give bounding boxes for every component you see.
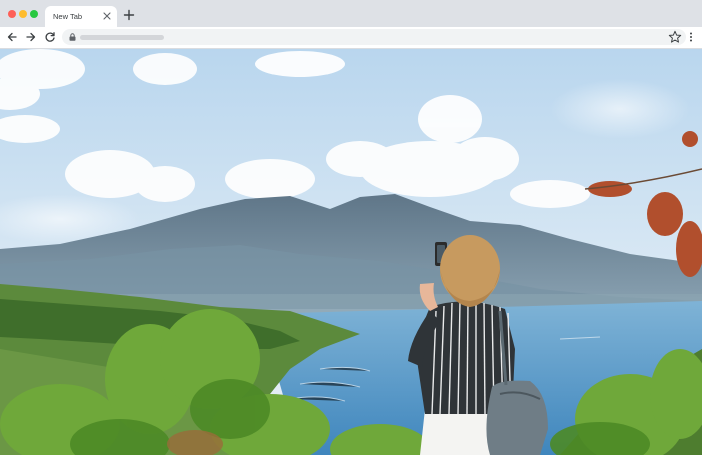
tab-strip: New Tab [0,0,702,27]
tab-new-tab[interactable]: New Tab [45,6,117,27]
browser-window: New Tab [0,0,702,455]
arrow-left-icon[interactable] [6,31,18,43]
address-bar[interactable] [62,29,686,45]
landscape-photo [0,49,702,455]
kebab-menu-icon[interactable] [685,31,697,43]
page-viewport [0,49,702,455]
plus-icon[interactable] [123,9,135,21]
window-close-button[interactable] [8,10,16,18]
star-icon[interactable] [668,30,682,44]
window-maximize-button[interactable] [30,10,38,18]
url-placeholder-bar [80,35,164,40]
reload-icon[interactable] [44,31,56,43]
lock-icon [69,33,76,41]
browser-toolbar [0,27,702,49]
arrow-right-icon[interactable] [25,31,37,43]
tab-title: New Tab [53,12,83,21]
window-minimize-button[interactable] [19,10,27,18]
close-icon[interactable] [103,12,111,20]
